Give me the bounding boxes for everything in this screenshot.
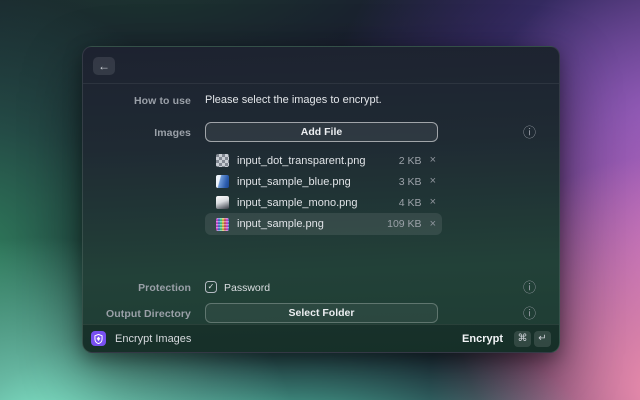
output-directory-label: Output Directory (105, 308, 191, 320)
file-thumbnail-blue (216, 175, 229, 188)
file-row[interactable]: input_dot_transparent.png 2 KB × (205, 150, 442, 171)
file-row[interactable]: input_sample_blue.png 3 KB × (205, 171, 442, 192)
back-arrow-icon: ← (98, 59, 110, 73)
window-footer: Encrypt Images Encrypt ⌘ ↵ (83, 324, 559, 352)
form-content: How to use Please select the images to e… (83, 84, 559, 324)
command-key-icon[interactable]: ⌘ (514, 330, 531, 347)
protection-info-icon[interactable]: ⓘ (523, 281, 536, 294)
images-label: Images (154, 127, 191, 139)
file-size: 3 KB (398, 175, 422, 188)
file-name: input_sample_mono.png (237, 196, 358, 209)
back-button[interactable]: ← (93, 57, 115, 75)
file-thumbnail-noise (216, 217, 229, 231)
window-header: ← (83, 47, 559, 84)
images-info-icon[interactable]: ⓘ (523, 126, 536, 139)
desktop-background: ← How to use Please select the images to… (0, 0, 640, 400)
protection-label: Protection (138, 282, 191, 294)
output-directory-info-icon[interactable]: ⓘ (523, 307, 536, 320)
add-file-button[interactable]: Add File (205, 122, 438, 142)
how-to-use-text: Please select the images to encrypt. (205, 94, 382, 106)
checkmark-icon: ✓ (207, 282, 215, 291)
file-name: input_sample.png (237, 218, 324, 230)
shield-icon (94, 333, 103, 344)
file-thumbnail-mono (216, 196, 229, 209)
how-to-use-label: How to use (133, 95, 191, 107)
remove-file-icon[interactable]: × (430, 197, 436, 208)
encrypt-images-window: ← How to use Please select the images to… (82, 46, 560, 353)
file-name: input_sample_blue.png (237, 175, 351, 188)
footer-app-title: Encrypt Images (115, 332, 192, 345)
file-size: 109 KB (387, 218, 422, 230)
remove-file-icon[interactable]: × (430, 176, 436, 187)
encrypt-images-app-icon (91, 331, 106, 346)
file-row[interactable]: input_sample_mono.png 4 KB × (205, 192, 442, 213)
select-folder-button-label: Select Folder (288, 307, 355, 319)
remove-file-icon[interactable]: × (430, 218, 436, 230)
file-thumbnail-checkerboard (216, 154, 229, 167)
file-row-selected[interactable]: input_sample.png 109 KB × (205, 213, 442, 235)
password-checkbox-label[interactable]: Password (224, 282, 270, 294)
select-folder-button[interactable]: Select Folder (205, 303, 438, 323)
remove-file-icon[interactable]: × (430, 155, 436, 166)
add-file-button-label: Add File (300, 126, 343, 138)
file-name: input_dot_transparent.png (237, 154, 366, 167)
password-checkbox[interactable]: ✓ (205, 281, 217, 293)
file-size: 2 KB (398, 154, 422, 167)
file-size: 4 KB (398, 196, 422, 209)
return-key-icon[interactable]: ↵ (534, 330, 551, 347)
encrypt-action-button[interactable]: Encrypt (462, 333, 503, 345)
